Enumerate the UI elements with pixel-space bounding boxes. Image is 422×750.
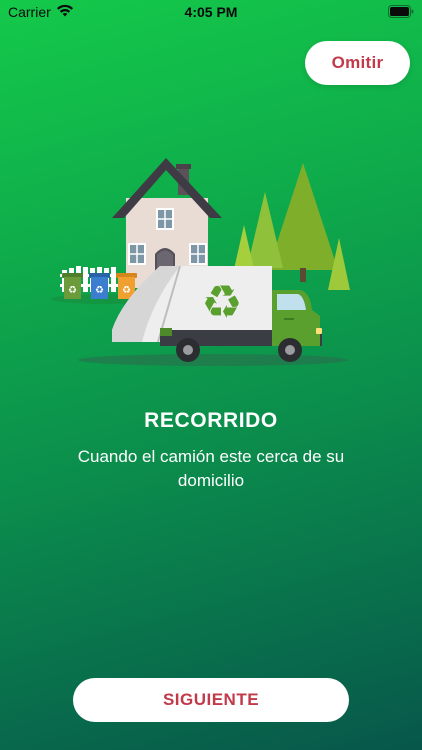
skip-button[interactable]: Omitir xyxy=(305,41,410,85)
next-button[interactable]: SIGUIENTE xyxy=(73,678,349,722)
recycling-truck-house-illustration: ♻ ♻ ♻ ♻ xyxy=(51,158,350,366)
svg-text:♻: ♻ xyxy=(122,285,131,296)
svg-text:♻: ♻ xyxy=(68,285,77,296)
onboarding-screen: Carrier 4:05 PM Omitir ♻ ♻ ♻ ♻ RECORRIDO… xyxy=(0,0,422,750)
status-time: 4:05 PM xyxy=(184,4,238,20)
onboarding-description: Cuando el camión este cerca de su domici… xyxy=(77,447,345,490)
recycle-icon: ♻ xyxy=(201,275,242,329)
onboarding-title: RECORRIDO xyxy=(144,409,278,432)
status-bar: Carrier 4:05 PM xyxy=(0,0,422,26)
svg-text:♻: ♻ xyxy=(95,285,104,296)
battery-icon xyxy=(388,5,414,18)
